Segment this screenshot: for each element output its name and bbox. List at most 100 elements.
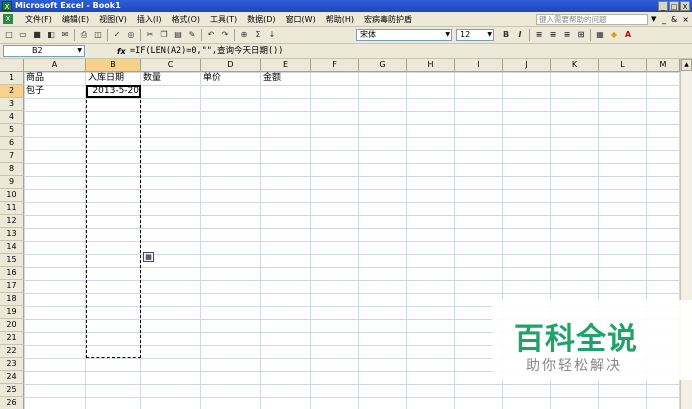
scroll-up-icon[interactable]: ▲ (681, 59, 692, 71)
format-painter-icon[interactable]: ✎ (186, 29, 198, 41)
help-search-input[interactable]: 键入需要帮助的问题 (536, 14, 648, 25)
row-header-11[interactable]: 11 (0, 202, 24, 215)
close-button[interactable]: X (680, 1, 690, 11)
column-header-b[interactable]: B (86, 59, 141, 72)
row-header-21[interactable]: 21 (0, 332, 24, 345)
column-header-e[interactable]: E (261, 59, 311, 72)
merge-center-icon[interactable]: ⊞ (575, 29, 587, 41)
menu-data[interactable]: 数据(D) (242, 12, 280, 27)
research-icon[interactable]: ◎ (125, 29, 137, 41)
column-header-j[interactable]: J (503, 59, 551, 72)
row-header-3[interactable]: 3 (0, 98, 24, 111)
paste-options-icon[interactable]: ▦ (143, 252, 154, 262)
row-header-16[interactable]: 16 (0, 267, 24, 280)
active-cell[interactable] (86, 85, 141, 98)
spelling-icon[interactable]: ✓ (111, 29, 123, 41)
permission-icon[interactable]: ◧ (45, 29, 57, 41)
row-header-13[interactable]: 13 (0, 228, 24, 241)
copy-icon[interactable]: ❐ (158, 29, 170, 41)
row-header-4[interactable]: 4 (0, 111, 24, 124)
menu-tools[interactable]: 工具(T) (205, 12, 242, 27)
row-header-1[interactable]: 1 (0, 72, 24, 85)
sort-ascending-icon[interactable]: ↓ (266, 29, 278, 41)
row-header-5[interactable]: 5 (0, 124, 24, 137)
column-header-f[interactable]: F (311, 59, 359, 72)
row-header-15[interactable]: 15 (0, 254, 24, 267)
chevron-down-icon[interactable]: ▼ (445, 30, 450, 40)
column-header-h[interactable]: H (407, 59, 455, 72)
row-header-7[interactable]: 7 (0, 150, 24, 163)
column-header-d[interactable]: D (201, 59, 261, 72)
font-name-select[interactable]: 宋体 ▼ (356, 29, 452, 41)
new-file-icon[interactable]: □ (3, 29, 15, 41)
row-header-26[interactable]: 26 (0, 397, 24, 409)
menu-edit[interactable]: 编辑(E) (57, 12, 94, 27)
open-folder-icon[interactable]: ▭ (17, 29, 29, 41)
column-header-m[interactable]: M (647, 59, 680, 72)
cell-a1[interactable]: 商品 (26, 72, 44, 84)
cell-d1[interactable]: 单价 (203, 72, 221, 84)
print-icon[interactable]: ⎙ (78, 29, 90, 41)
bold-button[interactable]: B (500, 29, 512, 41)
column-header-a[interactable]: A (24, 59, 86, 72)
font-size-select[interactable]: 12 ▼ (456, 29, 494, 41)
menu-view[interactable]: 视图(V) (94, 12, 132, 27)
row-header-8[interactable]: 8 (0, 163, 24, 176)
column-header-c[interactable]: C (141, 59, 201, 72)
workbook-icon[interactable]: X (3, 14, 13, 24)
column-header-g[interactable]: G (359, 59, 407, 72)
cell-b1[interactable]: 入库日期 (88, 72, 124, 84)
formula-input[interactable]: =IF(LEN(A2)=0,"",查询今天日期()) (130, 44, 283, 59)
align-left-icon[interactable]: ≡ (533, 29, 545, 41)
row-header-6[interactable]: 6 (0, 137, 24, 150)
row-header-24[interactable]: 24 (0, 371, 24, 384)
email-icon[interactable]: ✉ (59, 29, 71, 41)
row-header-17[interactable]: 17 (0, 280, 24, 293)
row-header-12[interactable]: 12 (0, 215, 24, 228)
insert-function-icon[interactable]: fx (117, 44, 126, 59)
menu-window[interactable]: 窗口(W) (281, 12, 321, 27)
italic-button[interactable]: I (514, 29, 526, 41)
maximize-button[interactable]: □ (669, 1, 679, 11)
menu-file[interactable]: 文件(F) (20, 12, 57, 27)
column-header-i[interactable]: I (455, 59, 503, 72)
align-right-icon[interactable]: ≡ (561, 29, 573, 41)
row-header-9[interactable]: 9 (0, 176, 24, 189)
redo-icon[interactable]: ↷ (219, 29, 231, 41)
menu-insert[interactable]: 插入(I) (132, 12, 167, 27)
doc-minimize-button[interactable]: _ (662, 12, 666, 27)
save-icon[interactable]: ■ (31, 29, 43, 41)
font-color-icon[interactable]: A (622, 29, 634, 41)
doc-restore-button[interactable]: & (671, 12, 677, 27)
chevron-down-icon[interactable]: ▼ (77, 46, 82, 56)
row-header-2[interactable]: 2 (0, 85, 24, 98)
select-all-corner[interactable] (0, 59, 24, 72)
menu-help[interactable]: 帮助(H) (321, 12, 359, 27)
row-header-22[interactable]: 22 (0, 345, 24, 358)
column-header-l[interactable]: L (599, 59, 647, 72)
borders-icon[interactable]: ▦ (594, 29, 606, 41)
chevron-down-icon[interactable]: ▼ (487, 30, 492, 40)
row-header-10[interactable]: 10 (0, 189, 24, 202)
cell-e1[interactable]: 金额 (263, 72, 281, 84)
cell-c1[interactable]: 数量 (143, 72, 161, 84)
row-header-14[interactable]: 14 (0, 241, 24, 254)
column-header-k[interactable]: K (551, 59, 599, 72)
doc-close-button[interactable]: × (682, 12, 689, 27)
print-preview-icon[interactable]: ◫ (92, 29, 104, 41)
cut-icon[interactable]: ✂ (144, 29, 156, 41)
menu-macro-shield[interactable]: 宏病毒防护盾 (359, 12, 417, 27)
fill-color-icon[interactable]: ◆ (608, 29, 620, 41)
align-center-icon[interactable]: ≡ (547, 29, 559, 41)
autosum-icon[interactable]: Σ (252, 29, 264, 41)
row-header-23[interactable]: 23 (0, 358, 24, 371)
menu-format[interactable]: 格式(O) (166, 12, 205, 27)
row-header-25[interactable]: 25 (0, 384, 24, 397)
row-header-19[interactable]: 19 (0, 306, 24, 319)
paste-icon[interactable]: ▤ (172, 29, 184, 41)
row-header-18[interactable]: 18 (0, 293, 24, 306)
name-box[interactable]: B2 ▼ (3, 45, 85, 57)
cell-a2[interactable]: 包子 (26, 85, 44, 97)
chevron-down-icon[interactable]: ▼ (651, 13, 656, 26)
hyperlink-icon[interactable]: ⊕ (238, 29, 250, 41)
